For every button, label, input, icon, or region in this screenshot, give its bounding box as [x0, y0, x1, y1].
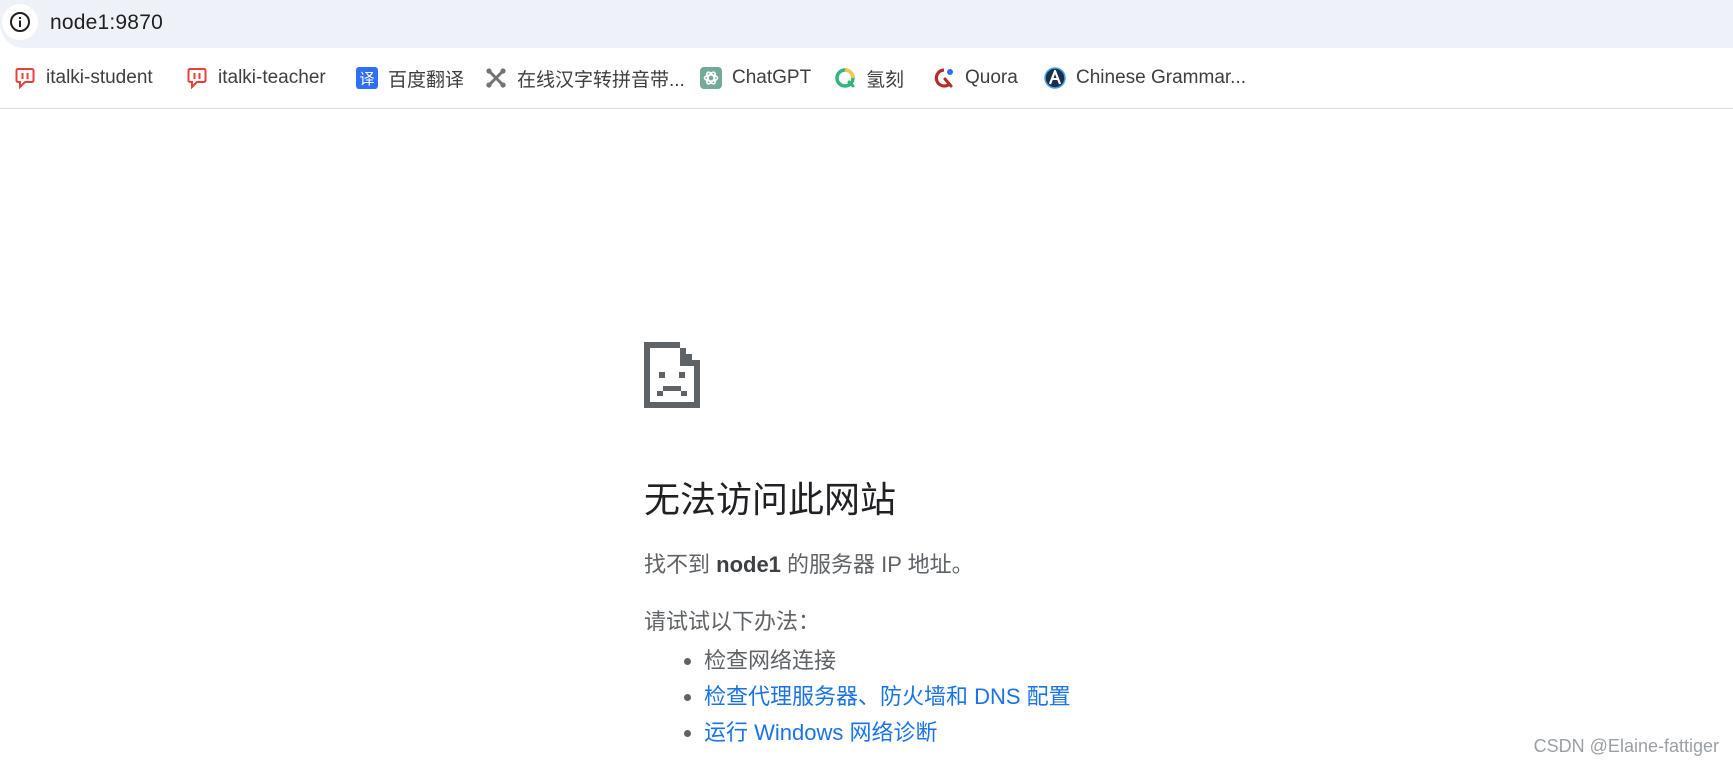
bookmark-label: Quora: [965, 67, 1018, 88]
suggestion-item: 检查代理服务器、防火墙和 DNS 配置: [644, 679, 1071, 715]
info-icon: [10, 12, 30, 32]
error-description-suffix: 的服务器 IP 地址。: [780, 552, 974, 577]
bookmark-quora[interactable]: Quora: [933, 63, 1018, 93]
watermark: CSDN @Elaine-fattiger: [1533, 736, 1719, 756]
bookmark-label: Chinese Grammar...: [1076, 67, 1246, 88]
suggestion-check-proxy-link[interactable]: 检查代理服务器、防火墙和 DNS 配置: [704, 684, 1071, 709]
suggestions-list: 检查网络连接 检查代理服务器、防火墙和 DNS 配置 运行 Windows 网络…: [644, 643, 1071, 751]
bookmark-italki-student[interactable]: italki-student: [14, 63, 153, 93]
joomla-icon: [485, 67, 507, 89]
bookmark-qingke[interactable]: 氢刻: [834, 63, 904, 93]
bookmark-label: italki-teacher: [218, 67, 326, 88]
error-description: 找不到 node1 的服务器 IP 地址。: [644, 550, 974, 580]
baidu-translate-icon: 译: [356, 67, 378, 89]
bookmark-italki-teacher[interactable]: italki-teacher: [186, 63, 326, 93]
bookmark-label: 百度翻译: [388, 69, 465, 91]
chatgpt-icon: [700, 67, 722, 89]
address-bar[interactable]: node1:9870: [0, 0, 1733, 48]
bookmark-baidu-translate[interactable]: 译 百度翻译: [356, 63, 464, 93]
italki-icon: [186, 67, 208, 89]
bookmark-chinese-grammar[interactable]: Chinese Grammar...: [1044, 63, 1246, 93]
quora-icon: [933, 67, 955, 89]
suggestion-run-diagnostics-link[interactable]: 运行 Windows 网络诊断: [704, 720, 937, 745]
url-text[interactable]: node1:9870: [50, 10, 163, 36]
qingke-icon: [834, 67, 856, 89]
error-host: node1: [716, 552, 781, 577]
sad-document-icon: [644, 342, 700, 408]
error-description-prefix: 找不到: [644, 552, 717, 577]
bookmark-label: italki-student: [46, 67, 153, 88]
bookmark-label: 氢刻: [866, 69, 905, 91]
suggestion-check-connection: 检查网络连接: [704, 648, 837, 673]
site-info-button[interactable]: [2, 4, 38, 40]
chinese-grammar-icon: [1044, 67, 1066, 89]
bookmark-label: ChatGPT: [732, 67, 812, 88]
suggestion-item: 运行 Windows 网络诊断: [644, 715, 1071, 751]
bookmarks-bar: italki-student italki-teacher 译 百度翻译 在线汉…: [0, 48, 1733, 109]
bookmark-chatgpt[interactable]: ChatGPT: [700, 63, 811, 93]
error-title: 无法访问此网站: [644, 479, 897, 520]
bookmark-pinyin-converter[interactable]: 在线汉字转拼音带...: [485, 63, 685, 93]
svg-text:译: 译: [359, 70, 374, 88]
suggestions-heading: 请试试以下办法：: [644, 609, 821, 634]
italki-icon: [14, 67, 36, 89]
suggestion-item: 检查网络连接: [644, 643, 1071, 679]
bookmark-label: 在线汉字转拼音带...: [517, 69, 685, 91]
